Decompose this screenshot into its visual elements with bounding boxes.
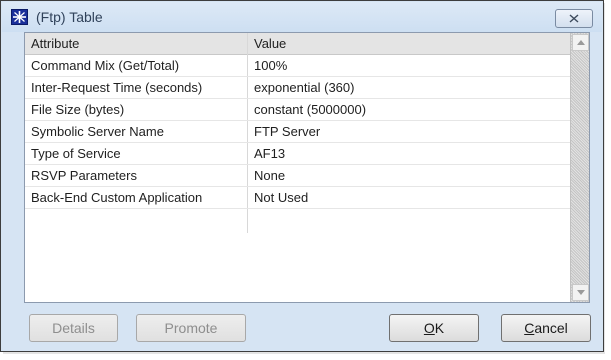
promote-button[interactable]: Promote (136, 314, 246, 342)
scroll-up-button[interactable] (572, 34, 589, 51)
cancel-mnemonic: C (524, 320, 535, 336)
attribute-cell: RSVP Parameters (31, 168, 137, 183)
ok-mnemonic: O (423, 320, 435, 336)
vertical-scrollbar[interactable] (570, 33, 589, 302)
attribute-cell: Symbolic Server Name (31, 124, 164, 139)
attribute-cell: Inter-Request Time (seconds) (31, 80, 203, 95)
ok-label-rest: K (434, 320, 445, 336)
value-cell[interactable]: None (254, 168, 285, 183)
arrow-up-icon (577, 40, 585, 45)
details-label: Details (52, 320, 95, 336)
table-row[interactable]: Symbolic Server Name FTP Server (25, 121, 571, 143)
table-row[interactable]: Inter-Request Time (seconds) exponential… (25, 77, 571, 99)
close-button[interactable] (555, 9, 593, 28)
attribute-cell: File Size (bytes) (31, 102, 125, 117)
title-bar: (Ftp) Table (2, 2, 602, 32)
window-title: (Ftp) Table (36, 9, 103, 25)
table-row[interactable]: Type of Service AF13 (25, 143, 571, 165)
value-cell[interactable]: Not Used (254, 190, 308, 205)
table-row[interactable]: File Size (bytes) constant (5000000) (25, 99, 571, 121)
cancel-label-rest: ancel (534, 320, 568, 336)
app-star-icon (11, 9, 28, 25)
attribute-table: Attribute Value Command Mix (Get/Total) … (24, 32, 590, 303)
value-cell[interactable]: constant (5000000) (254, 102, 366, 117)
attribute-cell: Command Mix (Get/Total) (31, 58, 180, 73)
column-header-attribute[interactable]: Attribute (31, 36, 79, 51)
attribute-cell: Type of Service (31, 146, 121, 161)
table-row[interactable]: Back-End Custom Application Not Used (25, 187, 571, 209)
close-icon (569, 14, 579, 23)
value-cell[interactable]: AF13 (254, 146, 285, 161)
attribute-cell: Back-End Custom Application (31, 190, 203, 205)
ok-button[interactable]: OK (389, 314, 479, 342)
scroll-down-button[interactable] (572, 284, 589, 301)
table-row[interactable]: Command Mix (Get/Total) 100% (25, 55, 571, 77)
value-cell[interactable]: 100% (254, 58, 287, 73)
column-header-value[interactable]: Value (254, 36, 286, 51)
table-row[interactable]: RSVP Parameters None (25, 165, 571, 187)
value-cell[interactable]: exponential (360) (254, 80, 354, 95)
dialog-window: (Ftp) Table Attribute Value Command Mix … (0, 0, 604, 352)
arrow-down-icon (577, 290, 585, 295)
table-header: Attribute Value (25, 33, 571, 55)
cancel-button[interactable]: Cancel (501, 314, 591, 342)
value-cell[interactable]: FTP Server (254, 124, 320, 139)
promote-label: Promote (164, 320, 218, 336)
details-button[interactable]: Details (29, 314, 118, 342)
